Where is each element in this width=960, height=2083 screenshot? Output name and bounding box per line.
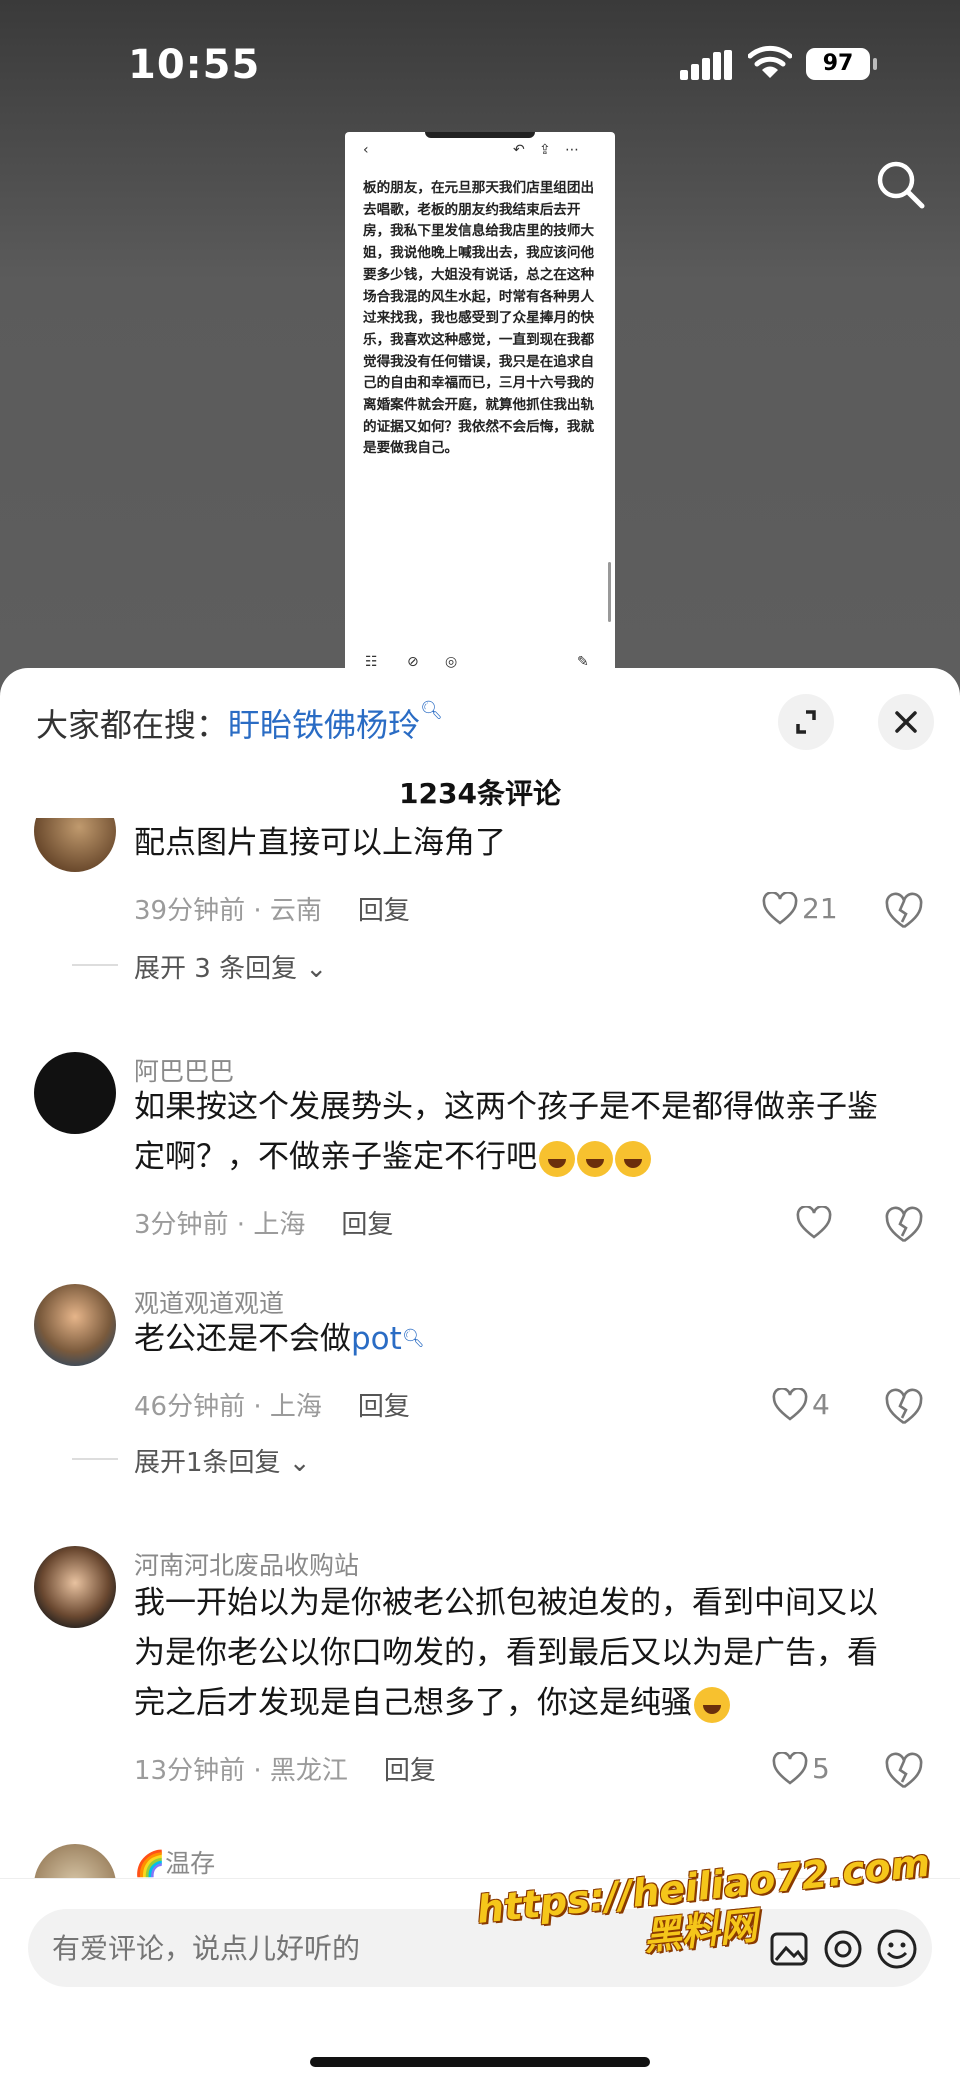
comment-meta: 13分钟前 · 黑龙江 回复 [134,1750,436,1787]
expand-replies-button[interactable]: 展开 3 条回复 ⌄ [71,948,327,985]
hot-search-prefix: 大家都在搜： [36,706,229,744]
avatar[interactable] [34,1546,116,1628]
back-icon: ‹ [363,142,369,158]
shy-emoji-icon [694,1686,730,1723]
comment-time-location: 46分钟前 · 上海 [134,1392,322,1422]
status-bar: 10:55 97 [0,0,960,120]
comment-time-location: 39分钟前 · 云南 [134,896,322,926]
comment-text: 老公还是不会做pot🔍︎ [134,1314,904,1364]
hot-search-term[interactable]: 盱眙铁佛杨玲 [228,706,420,744]
broken-heart-icon[interactable] [884,1388,924,1428]
avatar[interactable] [34,1844,116,1878]
heart-icon [772,1752,808,1785]
expand-replies-label: 展开 3 条回复 [134,954,298,984]
close-sheet-button[interactable] [878,694,934,750]
like-button[interactable]: 5 [772,1750,872,1790]
undo-icon: ↶ [513,142,525,158]
search-icon[interactable] [872,156,928,212]
comment-text: 我一开始以为是你被老公抓包被迫发的，看到中间又以为是你老公以你口吻发的，看到最后… [134,1578,904,1728]
comment-username[interactable]: 河南河北废品收购站 [134,1546,359,1582]
reply-button[interactable]: 回复 [341,1210,393,1240]
thumbnail-scrollbar [608,562,611,622]
comment-text-body: 我一开始以为是你被老公抓包被迫发的，看到中间又以为是你老公以你口吻发的，看到最后… [134,1585,878,1721]
thumbnail-notch [425,132,535,138]
expand-icon [796,710,816,734]
comment-text-body: 如果按这个发展势头，这两个孩子是不是都得做亲子鉴定啊？，不做亲子鉴定不行吧 [134,1089,878,1175]
close-icon [895,711,917,733]
like-count: 4 [812,1388,830,1421]
hot-search-magnifier-icon: 🔍︎ [420,700,443,721]
comment-count: 1234条评论 [399,777,561,810]
battery-indicator: 97 [806,48,877,80]
broken-heart-icon[interactable] [884,1206,924,1246]
comment-meta: 46分钟前 · 上海 回复 [134,1386,410,1423]
expand-sheet-button[interactable] [778,694,834,750]
comment-search-link[interactable]: pot [351,1321,402,1357]
laughing-crying-emoji-icon [539,1140,575,1177]
avatar[interactable] [34,818,116,872]
expand-replies-button[interactable]: 展开1条回复 ⌄ [72,1442,311,1479]
avatar[interactable] [34,1052,116,1134]
like-count: 21 [802,892,838,925]
comment-list[interactable]: 配点图片直接可以上海角了 39分钟前 · 云南 回复 21 展开 3 条回复 ⌄ … [0,818,960,1878]
reply-button[interactable]: 回复 [358,896,410,926]
broken-heart-icon[interactable] [884,1752,924,1792]
thumbnail-toolbar: ‹ ↶ ⇪ ⋯ [345,142,615,166]
like-button[interactable]: 21 [762,890,862,930]
heart-icon [772,1388,808,1421]
avatar[interactable] [34,1284,116,1366]
more-icon: ⋯ [565,142,579,158]
comment-time-location: 3分钟前 · 上海 [134,1210,306,1240]
like-count: 5 [812,1752,830,1785]
video-area[interactable]: 10:55 97 ‹ ↶ ⇪ ⋯ 板的朋友，在元旦那天我们店里组团出去唱歌，老板… [0,0,960,700]
screenshot-thumbnail: ‹ ↶ ⇪ ⋯ 板的朋友，在元旦那天我们店里组团出去唱歌，老板的朋友约我结束后去… [345,132,615,692]
like-button[interactable]: 4 [772,1386,872,1426]
heart-icon [796,1206,832,1239]
search-magnifier-icon: 🔍︎ [401,1328,425,1349]
comment-text: 如果按这个发展势头，这两个孩子是不是都得做亲子鉴定啊？，不做亲子鉴定不行吧 [134,1082,904,1182]
hot-search[interactable]: 大家都在搜：盱眙铁佛杨玲🔍︎ [36,700,443,746]
like-button[interactable] [796,1204,896,1244]
laughing-crying-emoji-icon [615,1140,651,1177]
wifi-icon [748,45,792,78]
home-indicator [310,2057,650,2067]
status-time: 10:55 [128,42,261,88]
reply-button[interactable]: 回复 [358,1392,410,1422]
comment-meta: 3分钟前 · 上海 回复 [134,1204,393,1241]
comment-username[interactable]: 🌈温存 [134,1844,215,1878]
cellular-signal-icon [680,50,732,80]
reply-button[interactable]: 回复 [384,1756,436,1786]
comment-text-body: 老公还是不会做 [134,1321,351,1357]
comment-meta: 39分钟前 · 云南 回复 [134,890,410,927]
expand-replies-label: 展开1条回复 [134,1448,281,1478]
heart-icon [762,892,798,925]
laughing-crying-emoji-icon [577,1140,613,1177]
thumbnail-text: 板的朋友，在元旦那天我们店里组团出去唱歌，老板的朋友约我结束后去开房，我私下里发… [363,180,595,457]
comment-text: 配点图片直接可以上海角了 [134,825,506,861]
broken-heart-icon[interactable] [884,892,924,932]
comment-time-location: 13分钟前 · 黑龙江 [134,1756,348,1786]
share-icon: ⇪ [539,142,551,158]
